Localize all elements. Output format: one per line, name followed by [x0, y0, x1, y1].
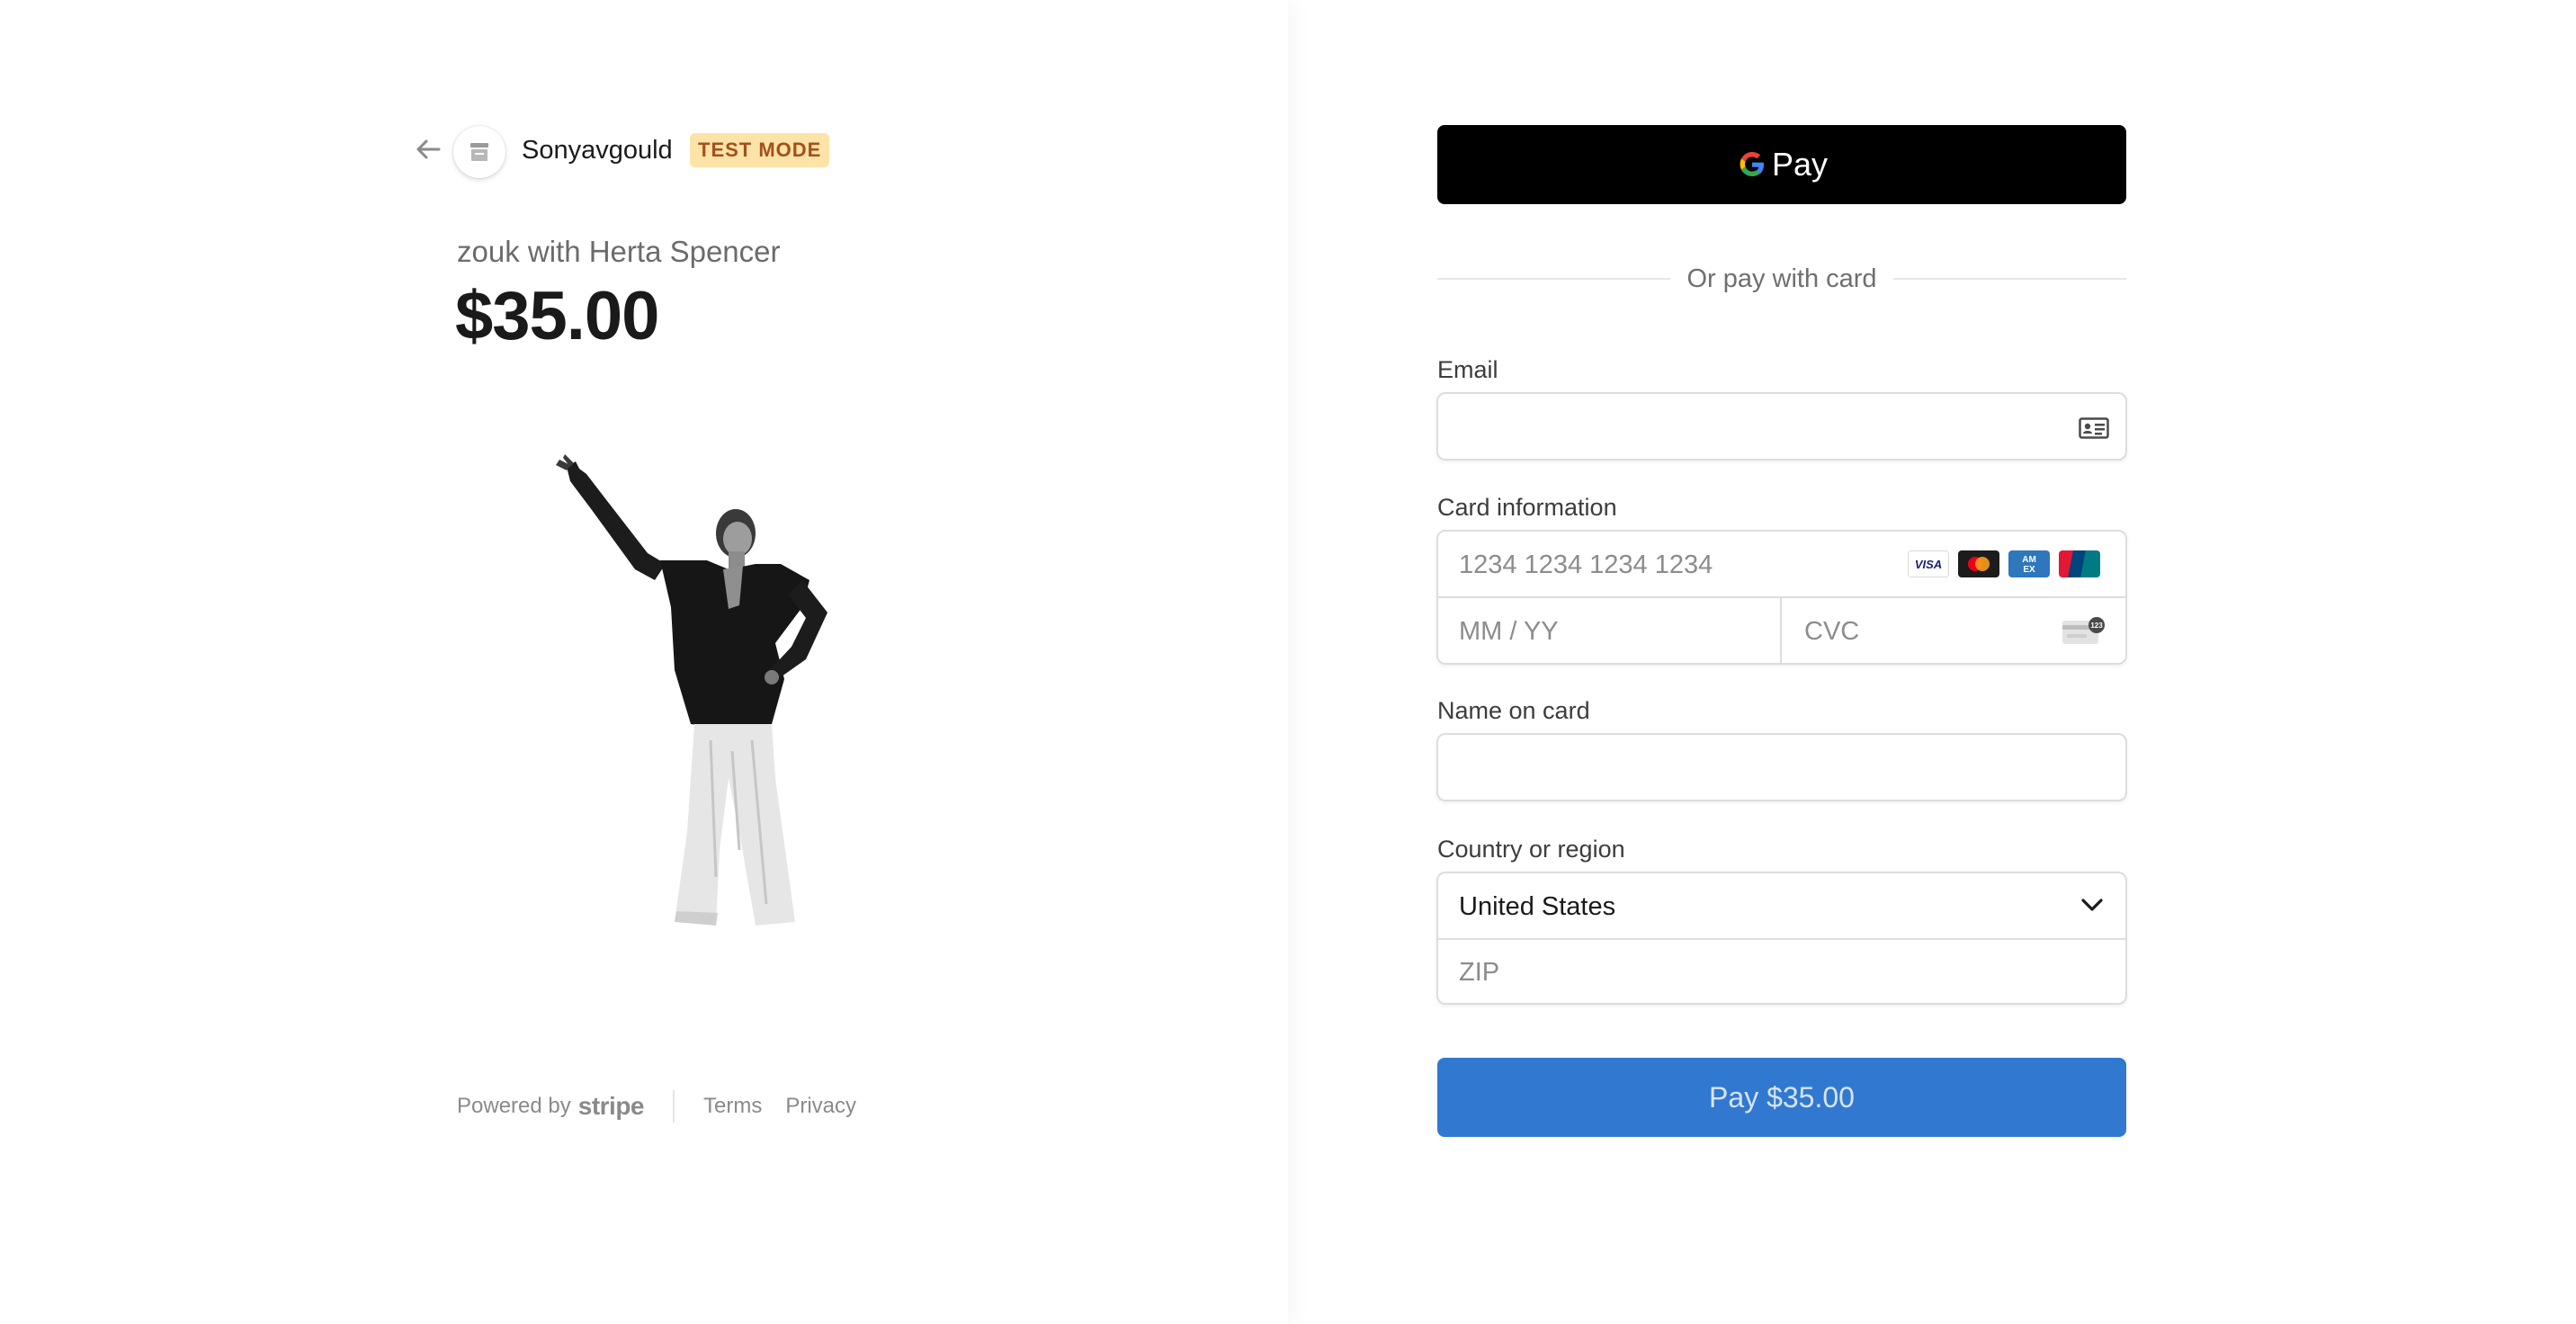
stripe-logo: stripe — [577, 1092, 645, 1120]
google-g-icon — [1740, 152, 1764, 176]
powered-by-stripe[interactable]: Powered by stripe — [457, 1092, 645, 1121]
divider-line-left — [1437, 278, 1671, 280]
product-price: $35.00 — [455, 278, 659, 354]
merchant-name: Sonyavgould — [522, 136, 673, 165]
pay-button[interactable]: Pay $35.00 — [1437, 1058, 2126, 1137]
privacy-link[interactable]: Privacy — [785, 1094, 856, 1119]
contact-card-icon — [2079, 417, 2109, 439]
powered-by-text: Powered by — [457, 1094, 571, 1118]
email-field[interactable] — [1436, 392, 2127, 461]
google-pay-button[interactable]: Pay — [1437, 125, 2126, 204]
cvc-input[interactable]: CVC — [1804, 616, 1859, 647]
american-express-icon: AM EX — [2008, 550, 2050, 577]
zip-input[interactable]: ZIP — [1459, 957, 1499, 988]
footer: Powered by stripe Terms Privacy — [457, 1090, 880, 1123]
svg-text:VISA: VISA — [1915, 558, 1942, 571]
card-col-divider — [1780, 597, 1782, 663]
unionpay-icon — [2059, 550, 2100, 577]
svg-text:EX: EX — [2023, 565, 2035, 575]
divider-text: Or pay with card — [1686, 264, 1877, 293]
back-arrow-icon[interactable] — [412, 135, 448, 164]
email-label: Email — [1437, 356, 1498, 383]
svg-text:123: 123 — [2090, 622, 2103, 630]
test-mode-badge: TEST MODE — [690, 133, 830, 167]
visa-icon: VISA — [1908, 550, 1949, 577]
name-on-card-field[interactable] — [1436, 733, 2127, 801]
expiry-input[interactable]: MM / YY — [1459, 616, 1559, 647]
store-icon — [453, 126, 505, 178]
product-image — [540, 454, 863, 926]
country-label: Country or region — [1437, 836, 1625, 863]
order-summary-pane: Sonyavgould TEST MODE zouk with Herta Sp… — [0, 0, 1288, 1324]
chevron-down-icon[interactable] — [2080, 896, 2105, 914]
or-pay-with-card-divider: Or pay with card — [1437, 259, 2127, 299]
name-on-card-label: Name on card — [1437, 697, 1590, 724]
country-select[interactable]: United States — [1459, 891, 1615, 922]
product-name: zouk with Herta Spencer — [457, 235, 781, 268]
svg-text:AM: AM — [2022, 555, 2036, 565]
card-row-divider — [1438, 596, 2125, 598]
footer-divider — [673, 1090, 675, 1123]
address-row-divider — [1438, 938, 2125, 940]
terms-link[interactable]: Terms — [703, 1094, 762, 1119]
card-number-input[interactable]: 1234 1234 1234 1234 — [1459, 550, 1713, 580]
mastercard-icon — [1958, 550, 1999, 577]
divider-line-right — [1892, 278, 2127, 280]
card-information-label: Card information — [1437, 494, 1617, 521]
cvc-card-icon: 123 — [2062, 617, 2105, 644]
google-pay-label: Pay — [1771, 146, 1829, 183]
